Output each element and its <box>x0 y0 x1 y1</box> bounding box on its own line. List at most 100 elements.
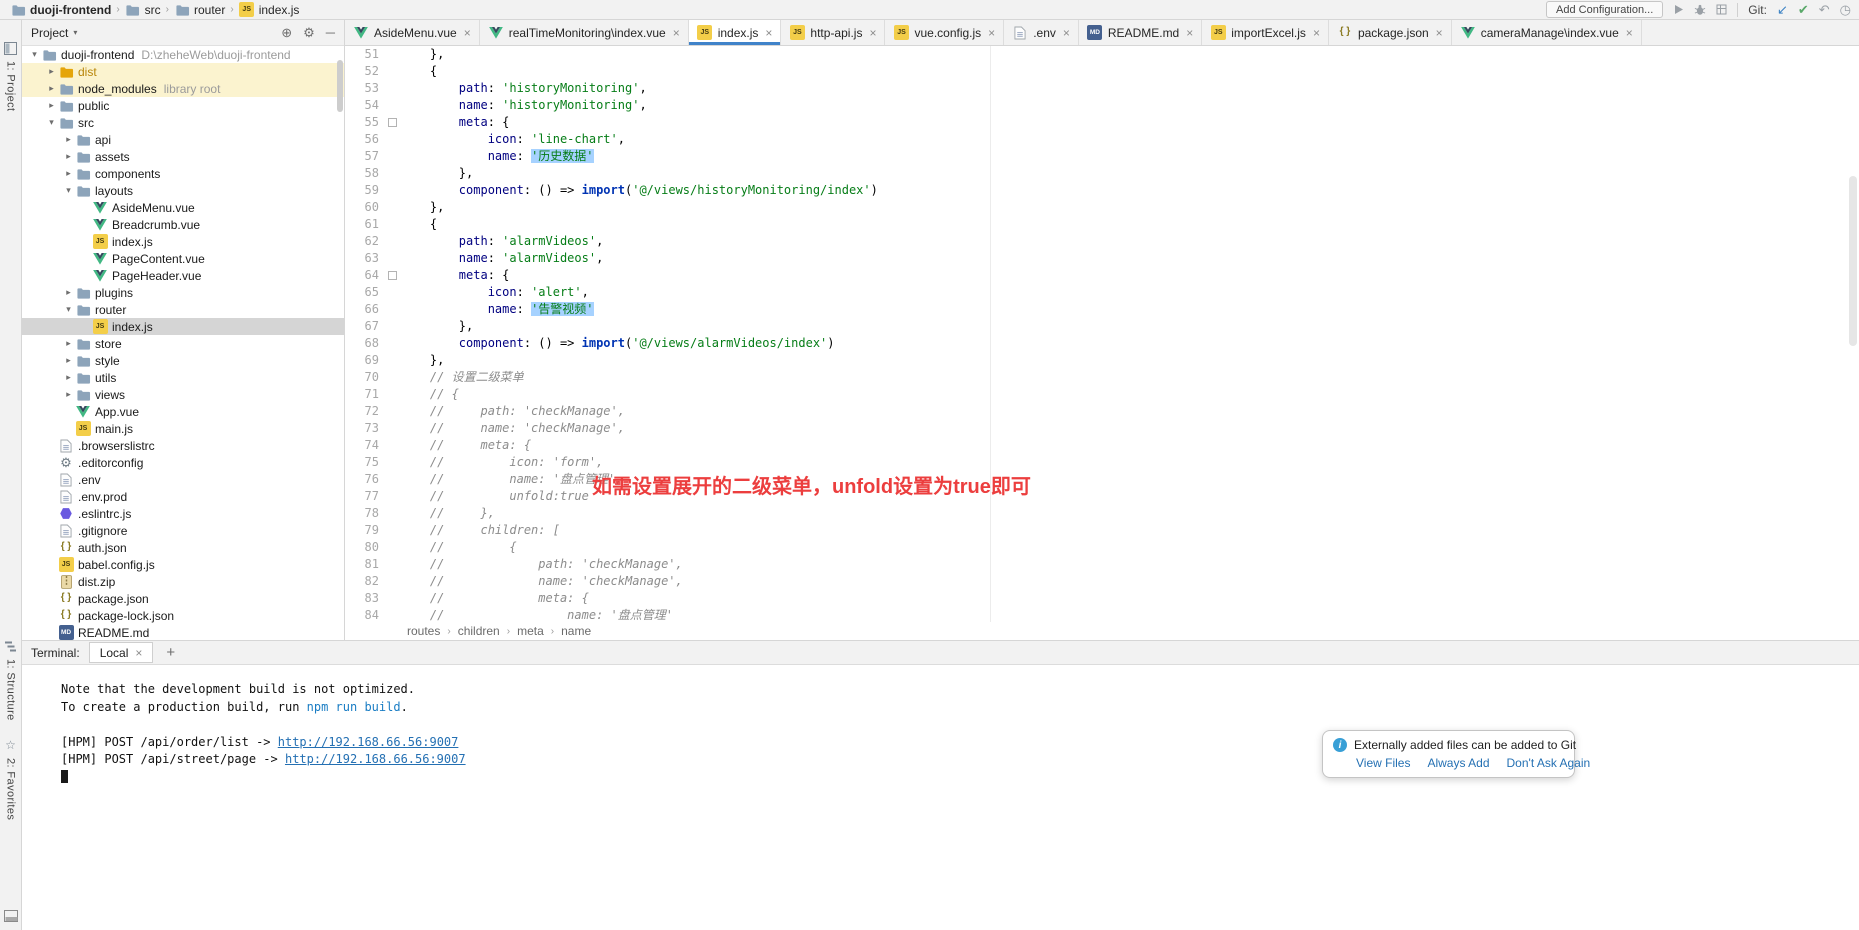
tree-item[interactable]: { }auth.json <box>22 539 344 556</box>
fold-marker-icon[interactable] <box>388 118 397 127</box>
line-number[interactable]: 69 <box>345 352 383 369</box>
tree-item[interactable]: JSindex.js <box>22 233 344 250</box>
chevron-right-icon[interactable]: ▸ <box>62 168 75 179</box>
tree-item[interactable]: ▾router <box>22 301 344 318</box>
tree-item[interactable]: ▸style <box>22 352 344 369</box>
tree-item[interactable]: JSbabel.config.js <box>22 556 344 573</box>
chevron-right-icon[interactable]: ▸ <box>62 134 75 145</box>
tree-item[interactable]: .eslintrc.js <box>22 505 344 522</box>
close-icon[interactable]: × <box>765 26 772 40</box>
tree-item[interactable]: ▸api <box>22 131 344 148</box>
close-icon[interactable]: × <box>1063 26 1070 40</box>
line-number[interactable]: 71 <box>345 386 383 403</box>
line-number[interactable]: 53 <box>345 80 383 97</box>
line-number[interactable]: 70 <box>345 369 383 386</box>
line-number[interactable]: 61 <box>345 216 383 233</box>
line-number[interactable]: 54 <box>345 97 383 114</box>
tree-item[interactable]: ▸node_moduleslibrary root <box>22 80 344 97</box>
tree-item[interactable]: { }package.json <box>22 590 344 607</box>
editor-breadcrumb-item[interactable]: children <box>458 624 500 638</box>
line-number[interactable]: 79 <box>345 522 383 539</box>
line-number[interactable]: 72 <box>345 403 383 420</box>
line-number[interactable]: 82 <box>345 573 383 590</box>
line-number[interactable]: 68 <box>345 335 383 352</box>
breadcrumb-item[interactable]: router <box>172 2 227 18</box>
tool-button-favorites[interactable]: ☆ 2: Favorites <box>0 735 21 822</box>
editor-tab[interactable]: cameraManage\index.vue× <box>1452 20 1642 45</box>
editor-scrollbar-thumb[interactable] <box>1849 176 1857 346</box>
line-number[interactable]: 60 <box>345 199 383 216</box>
tree-item[interactable]: { }package-lock.json <box>22 607 344 624</box>
tree-item[interactable]: .gitignore <box>22 522 344 539</box>
view-files-link[interactable]: View Files <box>1356 756 1410 770</box>
chevron-right-icon[interactable]: ▸ <box>62 287 75 298</box>
tree-item[interactable]: PageHeader.vue <box>22 267 344 284</box>
run-icon[interactable] <box>1673 4 1684 15</box>
tree-item[interactable]: AsideMenu.vue <box>22 199 344 216</box>
editor-tab[interactable]: realTimeMonitoring\index.vue× <box>480 20 689 45</box>
tree-item[interactable]: App.vue <box>22 403 344 420</box>
line-number[interactable]: 58 <box>345 165 383 182</box>
line-number[interactable]: 75 <box>345 454 383 471</box>
line-number[interactable]: 81 <box>345 556 383 573</box>
editor-tab[interactable]: JSvue.config.js× <box>885 20 1004 45</box>
tree-item[interactable]: ▾src <box>22 114 344 131</box>
breadcrumb-item[interactable]: src <box>123 2 163 18</box>
hide-panel-icon[interactable]: ─ <box>326 25 335 41</box>
tree-item[interactable]: ▸public <box>22 97 344 114</box>
close-icon[interactable]: × <box>135 646 142 660</box>
line-number[interactable]: 62 <box>345 233 383 250</box>
chevron-right-icon[interactable]: ▸ <box>62 372 75 383</box>
line-number[interactable]: 64 <box>345 267 383 284</box>
close-icon[interactable]: × <box>988 26 995 40</box>
line-number[interactable]: 74 <box>345 437 383 454</box>
chevron-right-icon[interactable]: ▸ <box>62 151 75 162</box>
always-add-link[interactable]: Always Add <box>1427 756 1489 770</box>
chevron-right-icon[interactable]: ▸ <box>62 389 75 400</box>
tree-item[interactable]: PageContent.vue <box>22 250 344 267</box>
git-revert-icon[interactable]: ↶ <box>1819 3 1830 16</box>
editor-tab[interactable]: AsideMenu.vue× <box>345 20 480 45</box>
line-number[interactable]: 67 <box>345 318 383 335</box>
tree-item[interactable]: JSindex.js <box>22 318 344 335</box>
tree-item[interactable]: ▸dist <box>22 63 344 80</box>
settings-gear-icon[interactable]: ⚙ <box>303 25 315 41</box>
editor-tab[interactable]: JSindex.js× <box>689 20 782 45</box>
editor-tab[interactable]: MDREADME.md× <box>1079 20 1202 45</box>
chevron-down-icon[interactable]: ▾ <box>28 49 41 60</box>
git-commit-icon[interactable]: ✔ <box>1798 3 1809 16</box>
tool-button-project[interactable]: 1: Project <box>0 38 21 113</box>
line-number[interactable]: 77 <box>345 488 383 505</box>
tree-item[interactable]: ▸assets <box>22 148 344 165</box>
line-number[interactable]: 76 <box>345 471 383 488</box>
terminal-tab-local[interactable]: Local × <box>89 642 154 663</box>
line-number[interactable]: 73 <box>345 420 383 437</box>
tree-item[interactable]: .browserslistrc <box>22 437 344 454</box>
chevron-right-icon[interactable]: ▸ <box>45 83 58 94</box>
chevron-down-icon[interactable]: ▾ <box>62 185 75 196</box>
history-icon[interactable]: ◷ <box>1840 3 1851 16</box>
tree-item[interactable]: dist.zip <box>22 573 344 590</box>
line-number[interactable]: 78 <box>345 505 383 522</box>
terminal-link[interactable]: http://192.168.66.56:9007 <box>285 752 466 766</box>
editor-tab[interactable]: .env× <box>1004 20 1079 45</box>
tree-item[interactable]: .env <box>22 471 344 488</box>
chevron-right-icon[interactable]: ▸ <box>62 338 75 349</box>
editor-breadcrumb-item[interactable]: name <box>561 624 591 638</box>
fold-marker-icon[interactable] <box>388 271 397 280</box>
tree-item[interactable]: ▸store <box>22 335 344 352</box>
locate-file-icon[interactable]: ⊕ <box>281 25 292 41</box>
dont-ask-again-link[interactable]: Don't Ask Again <box>1507 756 1591 770</box>
close-icon[interactable]: × <box>869 26 876 40</box>
line-number[interactable]: 66 <box>345 301 383 318</box>
close-icon[interactable]: × <box>1626 26 1633 40</box>
close-icon[interactable]: × <box>464 26 471 40</box>
chevron-down-icon[interactable]: ▾ <box>45 117 58 128</box>
line-number[interactable]: 56 <box>345 131 383 148</box>
tool-button-structure[interactable]: 1: Structure <box>0 636 21 723</box>
line-number[interactable]: 84 <box>345 607 383 622</box>
tree-item[interactable]: JSmain.js <box>22 420 344 437</box>
editor-tab[interactable]: { }package.json× <box>1329 20 1452 45</box>
line-number[interactable]: 57 <box>345 148 383 165</box>
debug-icon[interactable] <box>1694 4 1706 16</box>
